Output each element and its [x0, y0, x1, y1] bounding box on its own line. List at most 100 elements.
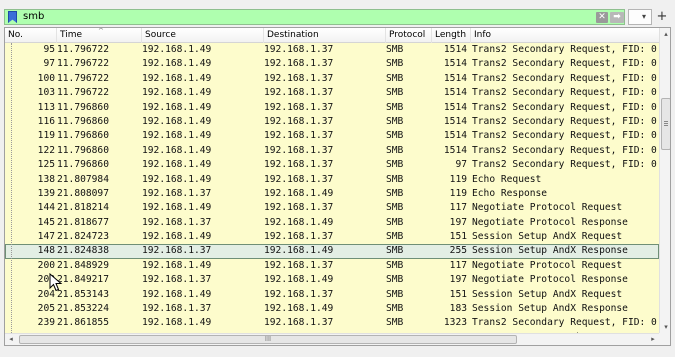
horizontal-scrollbar[interactable]: ◂ III ▸: [5, 333, 659, 345]
selected-packet-row[interactable]: 148 21.824838 192.168.1.37 192.168.1.49 SMB 2…: [5, 244, 659, 259]
packet-number: 119: [37, 130, 55, 142]
packet-info: Session Setup AndX Request: [472, 288, 623, 300]
packet-row[interactable]: 116 11.796860 192.168.1.49 192.168.1.37 SMB 1…: [5, 114, 659, 130]
column-header-source[interactable]: Source: [142, 28, 264, 43]
packet-info: Trans2 Secondary Request, FID: 0: [472, 115, 657, 127]
packet-row[interactable]: 97 11.796722 192.168.1.49 192.168.1.37 SMB 15…: [5, 57, 659, 72]
add-filter-button[interactable]: +: [655, 9, 669, 25]
column-header-destination[interactable]: Destination: [264, 28, 386, 43]
packet-length: 117: [449, 259, 467, 271]
packet-source: 192.168.1.49: [142, 58, 212, 70]
packet-protocol: SMB: [386, 231, 404, 243]
packet-source: 192.168.1.49: [142, 115, 212, 127]
packet-row[interactable]: 138 21.807984 192.168.1.49 192.168.1.37 SMB 1…: [5, 172, 659, 187]
packet-row[interactable]: 103 11.796722 192.168.1.49 192.168.1.37 SMB 1…: [5, 86, 659, 101]
packet-destination: 192.168.1.37: [264, 115, 334, 127]
packet-length: 1514: [443, 72, 467, 84]
packet-source: 192.168.1.37: [142, 274, 212, 286]
packet-length: 151: [449, 231, 467, 243]
column-header-protocol[interactable]: Protocol: [386, 28, 432, 43]
packet-row[interactable]: 139 21.808097 192.168.1.37 192.168.1.49 SMB 1…: [5, 186, 659, 202]
display-filter-input[interactable]: smb ✕ ➡: [4, 9, 625, 25]
packet-row[interactable]: 200 21.848929 192.168.1.49 192.168.1.37 SMB 1…: [5, 258, 659, 274]
packet-info: Trans2 Secondary Request, FID: 0: [472, 72, 657, 84]
packet-destination: 192.168.1.49: [264, 245, 334, 257]
packet-destination: 192.168.1.37: [264, 317, 334, 329]
packet-length: 1514: [443, 144, 467, 156]
packet-protocol: SMB: [386, 44, 404, 55]
packet-info: Trans2 Secondary Request, FID: 0: [472, 58, 657, 70]
bookmark-icon[interactable]: [8, 11, 17, 23]
packet-row[interactable]: 144 21.818214 192.168.1.49 192.168.1.37 SMB 1…: [5, 201, 659, 216]
packet-row[interactable]: 95 11.796722 192.168.1.49 192.168.1.37 SMB 15…: [5, 43, 659, 58]
packet-protocol: SMB: [386, 87, 404, 99]
mouse-pointer-icon: [49, 273, 63, 292]
column-header-info[interactable]: Info: [471, 28, 659, 43]
packet-row[interactable]: 205 21.853224 192.168.1.37 192.168.1.49 SMB 1…: [5, 302, 659, 317]
packet-info: Trans2 Secondary Request, FID: 0: [472, 44, 657, 55]
scroll-down-arrow-icon[interactable]: ▾: [660, 321, 670, 333]
packet-info: Session Setup AndX Response: [472, 303, 628, 315]
packet-info: Session Setup AndX Request: [472, 231, 623, 243]
filter-text: smb: [23, 11, 45, 22]
packet-time: 21.807984: [57, 173, 109, 185]
packet-row[interactable]: 119 11.796860 192.168.1.49 192.168.1.37 SMB 1…: [5, 129, 659, 144]
packet-number: 113: [37, 101, 55, 113]
packet-info: Negotiate Protocol Response: [472, 274, 628, 286]
vertical-scrollbar[interactable]: ▴ ▾: [659, 28, 670, 333]
packet-row[interactable]: 145 21.818677 192.168.1.37 192.168.1.49 SMB 1…: [5, 215, 659, 231]
clear-filter-icon[interactable]: ✕: [596, 12, 608, 23]
packet-source: 192.168.1.49: [142, 159, 212, 171]
packet-time: 11.796722: [57, 44, 109, 55]
packet-destination: 192.168.1.49: [264, 187, 334, 199]
packet-time: 21.848929: [57, 259, 109, 271]
packet-time: 11.796860: [57, 115, 109, 127]
column-header-no[interactable]: No.: [5, 28, 57, 43]
packet-source: 192.168.1.49: [142, 288, 212, 300]
apply-filter-icon[interactable]: ➡: [610, 12, 624, 23]
packet-destination: 192.168.1.37: [264, 144, 334, 156]
conversation-line: [11, 43, 12, 333]
packet-row[interactable]: 122 11.796860 192.168.1.49 192.168.1.37 SMB 1…: [5, 143, 659, 159]
packet-destination: 192.168.1.37: [264, 72, 334, 84]
column-header-time-label: Time: [60, 30, 83, 40]
packet-protocol: SMB: [386, 144, 404, 156]
packet-info: Echo Response: [472, 187, 548, 199]
packet-protocol: SMB: [386, 317, 404, 329]
packet-number: 147: [37, 231, 55, 243]
packet-number: 145: [37, 216, 55, 228]
packet-source: 192.168.1.37: [142, 187, 212, 199]
packet-info: Session Setup AndX Response: [472, 245, 628, 257]
packet-number: 144: [37, 202, 55, 214]
packet-source: 192.168.1.49: [142, 259, 212, 271]
packet-number: 148: [37, 245, 55, 257]
packet-row[interactable]: 202 21.849217 192.168.1.37 192.168.1.49 SMB 1…: [5, 273, 659, 288]
packet-protocol: SMB: [386, 245, 404, 257]
packet-length: 1514: [443, 58, 467, 70]
packet-source: 192.168.1.49: [142, 87, 212, 99]
horizontal-scroll-thumb[interactable]: III: [19, 335, 517, 344]
packet-protocol: SMB: [386, 130, 404, 142]
scroll-left-arrow-icon[interactable]: ◂: [5, 334, 17, 345]
packet-row[interactable]: 147 21.824723 192.168.1.49 192.168.1.37 SMB 1…: [5, 230, 659, 245]
packet-length: 183: [449, 303, 467, 315]
packet-row[interactable]: 125 11.796860 192.168.1.49 192.168.1.37 SMB 9…: [5, 158, 659, 173]
packet-destination: 192.168.1.37: [264, 259, 334, 271]
packet-number: 205: [37, 303, 55, 315]
vertical-scroll-thumb[interactable]: [661, 98, 670, 150]
packet-row[interactable]: 113 11.796860 192.168.1.49 192.168.1.37 SMB 1…: [5, 100, 659, 115]
packet-protocol: SMB: [386, 58, 404, 70]
packet-length: 1514: [443, 115, 467, 127]
filter-history-dropdown[interactable]: ▾: [628, 9, 652, 25]
packet-row[interactable]: 100 11.796722 192.168.1.49 192.168.1.37 SMB 1…: [5, 71, 659, 87]
scroll-up-arrow-icon[interactable]: ▴: [660, 28, 670, 40]
packet-length: 151: [449, 288, 467, 300]
packet-number: 97: [43, 58, 55, 70]
scroll-right-arrow-icon[interactable]: ▸: [647, 334, 659, 345]
packet-length: 117: [449, 202, 467, 214]
packet-protocol: SMB: [386, 259, 404, 271]
packet-time: 21.824723: [57, 231, 109, 243]
column-header-length[interactable]: Length: [432, 28, 471, 43]
packet-row[interactable]: 204 21.853143 192.168.1.49 192.168.1.37 SMB 1…: [5, 287, 659, 303]
packet-row[interactable]: 239 21.861855 192.168.1.49 192.168.1.37 SMB 1…: [5, 316, 659, 331]
